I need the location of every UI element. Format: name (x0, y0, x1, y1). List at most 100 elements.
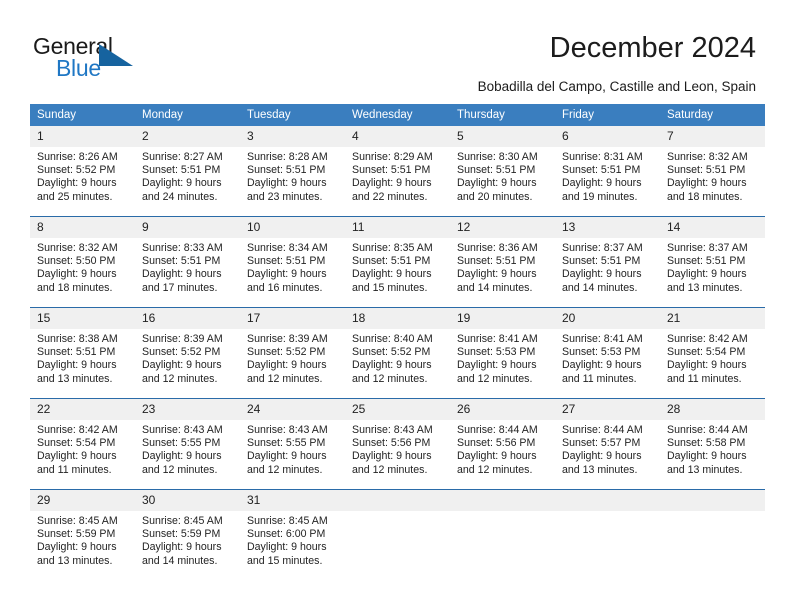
daylight-text-line1: Daylight: 9 hours (352, 268, 432, 281)
daylight-text-line2: and 13 minutes. (37, 372, 113, 385)
day-number: 14 (660, 217, 765, 238)
daylight-text-line1: Daylight: 9 hours (247, 541, 327, 554)
daylight-text-line1: Daylight: 9 hours (142, 359, 222, 372)
sunrise-text: Sunrise: 8:43 AM (142, 424, 223, 436)
daylight-text-line1: Daylight: 9 hours (562, 268, 642, 281)
day-info (555, 511, 660, 515)
day-info: Sunrise: 8:32 AM Sunset: 5:50 PM Dayligh… (30, 238, 135, 295)
sunrise-text: Sunrise: 8:39 AM (247, 333, 328, 345)
day-cell[interactable]: 19 Sunrise: 8:41 AM Sunset: 5:53 PM Dayl… (450, 307, 555, 399)
sunset-text: Sunset: 5:51 PM (352, 164, 431, 177)
day-cell[interactable]: 27 Sunrise: 8:44 AM Sunset: 5:57 PM Dayl… (555, 398, 660, 490)
daylight-text-line2: and 12 minutes. (247, 372, 323, 385)
sunset-text: Sunset: 5:59 PM (37, 528, 116, 541)
day-info: Sunrise: 8:27 AM Sunset: 5:51 PM Dayligh… (135, 147, 240, 204)
page-title: December 2024 (549, 32, 756, 64)
daylight-text-line2: and 12 minutes. (457, 463, 533, 476)
daylight-text-line2: and 14 minutes. (562, 281, 638, 294)
day-cell[interactable]: 4 Sunrise: 8:29 AM Sunset: 5:51 PM Dayli… (345, 126, 450, 217)
sunrise-text: Sunrise: 8:37 AM (667, 242, 748, 254)
sunset-text: Sunset: 5:50 PM (37, 255, 116, 268)
sunset-text: Sunset: 5:52 PM (37, 164, 116, 177)
daylight-text-line1: Daylight: 9 hours (667, 359, 747, 372)
daylight-text-line2: and 22 minutes. (352, 190, 428, 203)
day-cell[interactable]: 15 Sunrise: 8:38 AM Sunset: 5:51 PM Dayl… (30, 307, 135, 399)
day-number: 2 (135, 126, 240, 147)
daylight-text-line1: Daylight: 9 hours (667, 450, 747, 463)
day-cell[interactable]: 22 Sunrise: 8:42 AM Sunset: 5:54 PM Dayl… (30, 398, 135, 490)
day-cell[interactable]: 10 Sunrise: 8:34 AM Sunset: 5:51 PM Dayl… (240, 216, 345, 308)
day-cell[interactable]: 21 Sunrise: 8:42 AM Sunset: 5:54 PM Dayl… (660, 307, 765, 399)
day-cell[interactable]: 28 Sunrise: 8:44 AM Sunset: 5:58 PM Dayl… (660, 398, 765, 490)
day-info (450, 511, 555, 515)
sunset-text: Sunset: 5:55 PM (247, 437, 326, 450)
day-cell[interactable]: 6 Sunrise: 8:31 AM Sunset: 5:51 PM Dayli… (555, 126, 660, 217)
daylight-text-line2: and 11 minutes. (667, 372, 742, 385)
day-number: 25 (345, 399, 450, 420)
daylight-text-line1: Daylight: 9 hours (247, 359, 327, 372)
day-number: 15 (30, 308, 135, 329)
day-cell[interactable]: 30 Sunrise: 8:45 AM Sunset: 5:59 PM Dayl… (135, 489, 240, 580)
day-number: 19 (450, 308, 555, 329)
day-info: Sunrise: 8:28 AM Sunset: 5:51 PM Dayligh… (240, 147, 345, 204)
day-cell[interactable]: 8 Sunrise: 8:32 AM Sunset: 5:50 PM Dayli… (30, 216, 135, 308)
day-cell[interactable]: 25 Sunrise: 8:43 AM Sunset: 5:56 PM Dayl… (345, 398, 450, 490)
day-cell[interactable]: 18 Sunrise: 8:40 AM Sunset: 5:52 PM Dayl… (345, 307, 450, 399)
day-cell[interactable]: 5 Sunrise: 8:30 AM Sunset: 5:51 PM Dayli… (450, 126, 555, 217)
weekday-header-thursday: Thursday (450, 104, 555, 126)
daylight-text-line1: Daylight: 9 hours (142, 177, 222, 190)
day-info: Sunrise: 8:45 AM Sunset: 6:00 PM Dayligh… (240, 511, 345, 568)
daylight-text-line1: Daylight: 9 hours (37, 450, 117, 463)
daylight-text-line1: Daylight: 9 hours (247, 268, 327, 281)
sunset-text: Sunset: 5:51 PM (562, 164, 641, 177)
day-number (450, 490, 555, 511)
sunrise-text: Sunrise: 8:34 AM (247, 242, 328, 254)
daylight-text-line2: and 11 minutes. (37, 463, 112, 476)
sunset-text: Sunset: 5:51 PM (457, 255, 536, 268)
daylight-text-line2: and 17 minutes. (142, 281, 218, 294)
day-number: 17 (240, 308, 345, 329)
day-cell[interactable]: 2 Sunrise: 8:27 AM Sunset: 5:51 PM Dayli… (135, 126, 240, 217)
day-cell[interactable]: 7 Sunrise: 8:32 AM Sunset: 5:51 PM Dayli… (660, 126, 765, 217)
sunset-text: Sunset: 5:56 PM (352, 437, 431, 450)
day-cell[interactable]: 20 Sunrise: 8:41 AM Sunset: 5:53 PM Dayl… (555, 307, 660, 399)
day-info: Sunrise: 8:40 AM Sunset: 5:52 PM Dayligh… (345, 329, 450, 386)
day-cell[interactable]: 31 Sunrise: 8:45 AM Sunset: 6:00 PM Dayl… (240, 489, 345, 580)
day-number: 30 (135, 490, 240, 511)
sunrise-text: Sunrise: 8:30 AM (457, 151, 538, 163)
calendar-page: General Blue December 2024 Bobadilla del… (0, 0, 792, 612)
sunset-text: Sunset: 5:51 PM (457, 164, 536, 177)
day-info: Sunrise: 8:34 AM Sunset: 5:51 PM Dayligh… (240, 238, 345, 295)
day-number: 4 (345, 126, 450, 147)
sunrise-text: Sunrise: 8:32 AM (37, 242, 118, 254)
sunrise-text: Sunrise: 8:40 AM (352, 333, 433, 345)
day-cell[interactable]: 12 Sunrise: 8:36 AM Sunset: 5:51 PM Dayl… (450, 216, 555, 308)
daylight-text-line2: and 19 minutes. (562, 190, 638, 203)
sunrise-text: Sunrise: 8:42 AM (37, 424, 118, 436)
day-cell[interactable]: 17 Sunrise: 8:39 AM Sunset: 5:52 PM Dayl… (240, 307, 345, 399)
day-cell[interactable]: 23 Sunrise: 8:43 AM Sunset: 5:55 PM Dayl… (135, 398, 240, 490)
day-cell[interactable]: 26 Sunrise: 8:44 AM Sunset: 5:56 PM Dayl… (450, 398, 555, 490)
day-cell[interactable]: 29 Sunrise: 8:45 AM Sunset: 5:59 PM Dayl… (30, 489, 135, 580)
day-cell[interactable]: 24 Sunrise: 8:43 AM Sunset: 5:55 PM Dayl… (240, 398, 345, 490)
weekday-header-row: Sunday Monday Tuesday Wednesday Thursday… (30, 104, 765, 126)
day-cell[interactable]: 9 Sunrise: 8:33 AM Sunset: 5:51 PM Dayli… (135, 216, 240, 308)
day-number: 8 (30, 217, 135, 238)
day-cell[interactable]: 3 Sunrise: 8:28 AM Sunset: 5:51 PM Dayli… (240, 126, 345, 217)
weekday-header-friday: Friday (555, 104, 660, 126)
calendar-body: 1 Sunrise: 8:26 AM Sunset: 5:52 PM Dayli… (30, 126, 765, 580)
day-cell[interactable]: 13 Sunrise: 8:37 AM Sunset: 5:51 PM Dayl… (555, 216, 660, 308)
day-cell[interactable]: 16 Sunrise: 8:39 AM Sunset: 5:52 PM Dayl… (135, 307, 240, 399)
daylight-text-line2: and 13 minutes. (667, 281, 743, 294)
daylight-text-line2: and 12 minutes. (457, 372, 533, 385)
day-cell[interactable]: 14 Sunrise: 8:37 AM Sunset: 5:51 PM Dayl… (660, 216, 765, 308)
sunrise-text: Sunrise: 8:43 AM (247, 424, 328, 436)
day-info: Sunrise: 8:44 AM Sunset: 5:57 PM Dayligh… (555, 420, 660, 477)
day-cell[interactable]: 11 Sunrise: 8:35 AM Sunset: 5:51 PM Dayl… (345, 216, 450, 308)
daylight-text-line1: Daylight: 9 hours (37, 359, 117, 372)
day-cell[interactable]: 1 Sunrise: 8:26 AM Sunset: 5:52 PM Dayli… (30, 126, 135, 217)
sunrise-text: Sunrise: 8:38 AM (37, 333, 118, 345)
sunrise-text: Sunrise: 8:31 AM (562, 151, 643, 163)
sunrise-text: Sunrise: 8:35 AM (352, 242, 433, 254)
day-number (555, 490, 660, 511)
